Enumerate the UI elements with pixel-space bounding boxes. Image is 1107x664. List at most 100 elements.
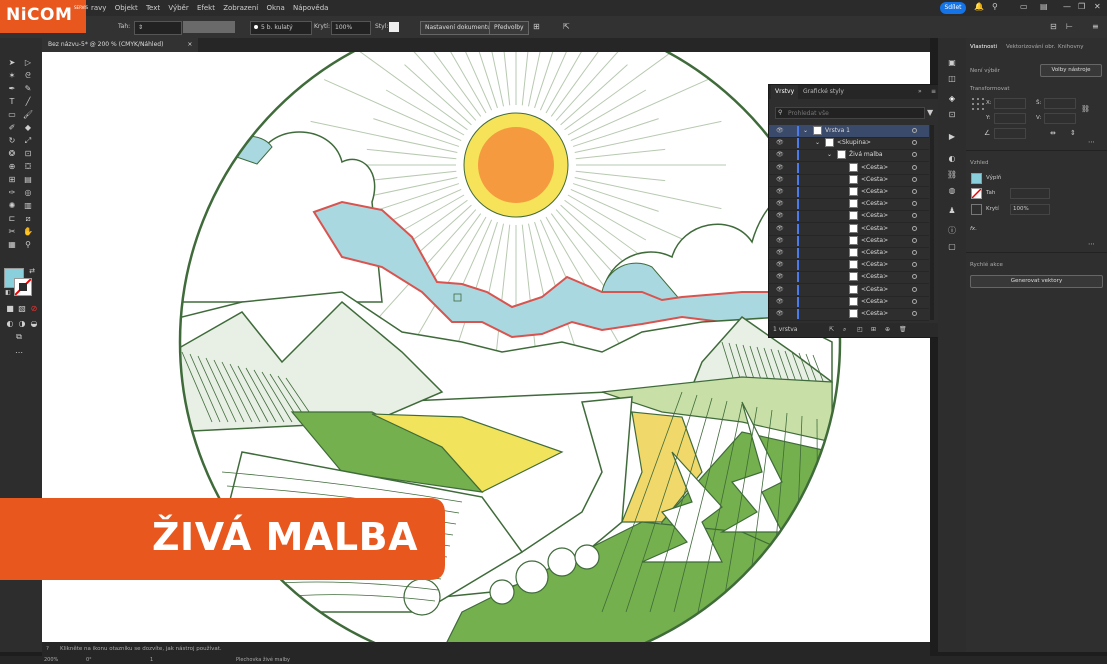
more-options-icon[interactable]: ≡ <box>1092 21 1099 33</box>
visibility-eye-icon[interactable]: 👁 <box>776 186 784 198</box>
menu-effect[interactable]: Efekt <box>194 0 218 16</box>
layers-icon[interactable]: ◈ <box>946 94 958 104</box>
tab-libraries[interactable]: Knihovny <box>1058 44 1083 50</box>
clipping-mask-icon[interactable]: ◰ <box>857 323 863 337</box>
puppet-icon[interactable]: ♟ <box>946 206 958 216</box>
opacity-field[interactable]: 100% <box>331 21 371 35</box>
layers-search-input[interactable]: Prohledat vše <box>775 107 925 119</box>
gradient-tool-icon[interactable]: ▤ <box>22 175 34 185</box>
fill-swatch[interactable] <box>971 173 982 184</box>
target-circle-icon[interactable] <box>912 298 917 304</box>
edit-toolbar-icon[interactable]: ⋯ <box>13 348 25 358</box>
target-circle-icon[interactable] <box>912 225 917 231</box>
target-circle-icon[interactable] <box>912 140 917 146</box>
layers-scrollbar[interactable] <box>930 125 934 320</box>
artboards-icon[interactable]: ⊡ <box>946 110 958 120</box>
draw-behind-icon[interactable]: ◑ <box>16 319 28 329</box>
target-circle-icon[interactable] <box>912 237 917 243</box>
print-tiling-tool-icon[interactable]: ▦ <box>6 240 18 250</box>
tab-graphic-styles[interactable]: Grafické styly <box>799 85 848 99</box>
layer-row[interactable]: 👁 <Cesta> <box>769 210 929 224</box>
layer-row[interactable]: 👁 ⌄ Vrstva 1 <box>769 125 929 138</box>
style-swatch[interactable] <box>389 22 399 32</box>
target-circle-icon[interactable] <box>912 274 917 280</box>
transparency-icon[interactable]: ◐ <box>946 154 958 164</box>
layer-row[interactable]: 👁 <Cesta> <box>769 271 929 285</box>
target-circle-icon[interactable] <box>912 189 917 194</box>
target-circle-icon[interactable] <box>912 128 917 133</box>
hand-tool-icon[interactable]: ✋ <box>22 227 34 237</box>
slice-tool-icon[interactable]: ⧄ <box>22 214 34 224</box>
flip-horizontal-icon[interactable]: ⇹ <box>1050 129 1056 137</box>
target-circle-icon[interactable] <box>912 164 917 170</box>
shaper-tool-icon[interactable]: ✐ <box>6 123 18 133</box>
blend-tool-icon[interactable]: ◎ <box>22 188 34 198</box>
target-circle-icon[interactable] <box>912 201 917 207</box>
opacity-field[interactable]: 100% <box>1010 204 1050 215</box>
layer-row[interactable]: 👁 <Cesta> <box>769 259 929 273</box>
links-icon[interactable]: ⛓ <box>946 170 958 180</box>
target-circle-icon[interactable] <box>912 262 917 268</box>
menu-edit[interactable]: ravy <box>88 0 109 16</box>
layer-row[interactable]: 👁 ⌄ <Skupina> <box>769 137 929 151</box>
tab-layers[interactable]: Vrstvy <box>771 85 799 99</box>
rotation-field[interactable]: 0° <box>86 656 92 664</box>
more-transform-icon[interactable]: ⋯ <box>1088 138 1095 146</box>
locate-object-icon[interactable]: ⌕ <box>843 323 846 337</box>
variable-width-profile[interactable] <box>183 21 235 33</box>
tab-properties[interactable]: Vlastnosti <box>970 44 997 50</box>
layer-row[interactable]: 👁 <Cesta> <box>769 174 929 187</box>
visibility-eye-icon[interactable]: 👁 <box>776 174 784 186</box>
target-circle-icon[interactable] <box>912 213 917 219</box>
line-tool-icon[interactable]: ╱ <box>22 97 34 107</box>
libraries-icon[interactable]: ◫ <box>946 74 958 84</box>
y-field[interactable] <box>994 113 1026 124</box>
arrange-icon[interactable]: ▭ <box>1020 2 1028 11</box>
artboard-tool-icon[interactable]: ⊏ <box>6 214 18 224</box>
layer-row[interactable]: 👁 <Cesta> <box>769 284 929 297</box>
visibility-eye-icon[interactable]: 👁 <box>776 125 784 137</box>
generate-vectors-button[interactable]: Generovat vektory <box>970 275 1103 288</box>
x-field[interactable] <box>994 98 1026 109</box>
layer-row[interactable]: 👁 <Cesta> <box>769 162 929 175</box>
rotate-tool-icon[interactable]: ↻ <box>6 136 18 146</box>
new-sublayer-icon[interactable]: ⊞ <box>871 323 876 337</box>
share-button[interactable]: Sdílet <box>940 2 966 14</box>
bell-icon[interactable]: 🔔 <box>974 2 984 11</box>
expand-chevron-icon[interactable]: ⌄ <box>827 149 832 161</box>
pen-tool-icon[interactable]: ✒ <box>6 84 18 94</box>
help-question-icon[interactable]: ? <box>46 642 49 656</box>
visibility-eye-icon[interactable]: 👁 <box>776 223 784 235</box>
align-icon[interactable]: ⊞ <box>533 21 540 33</box>
color-mode-icon[interactable]: ■ <box>4 304 16 314</box>
mesh-tool-icon[interactable]: ⊞ <box>6 175 18 185</box>
close-window-icon[interactable]: ✕ <box>1094 2 1101 11</box>
export-icon[interactable]: ⇱ <box>829 323 834 337</box>
stroke-weight-field[interactable]: ⇕ <box>134 21 182 35</box>
constrain-link-icon[interactable]: ⛓ <box>1081 105 1090 113</box>
eyedropper-tool-icon[interactable]: ✑ <box>6 188 18 198</box>
magic-wand-tool-icon[interactable]: ✶ <box>6 71 18 81</box>
lasso-tool-icon[interactable]: ᘓ <box>22 71 34 81</box>
delete-layer-icon[interactable]: 🗑 <box>899 323 907 337</box>
properties-icon[interactable]: ▣ <box>946 58 958 68</box>
warp-tool-icon[interactable]: ❂ <box>6 149 18 159</box>
visibility-eye-icon[interactable]: 👁 <box>776 247 784 259</box>
search-icon[interactable]: ⚲ <box>992 2 998 11</box>
layer-row[interactable]: 👁 <Cesta> <box>769 186 929 199</box>
shape-builder-tool-icon[interactable]: ⊕ <box>6 162 18 172</box>
stroke-weight-field[interactable] <box>1010 188 1050 199</box>
paintbrush-tool-icon[interactable]: 🖌 <box>22 110 34 120</box>
live-paint-bucket-tool-icon[interactable]: ⛋ <box>22 162 34 172</box>
layer-row[interactable]: 👁 <Cesta> <box>769 198 929 212</box>
menu-view[interactable]: Zobrazení <box>220 0 261 16</box>
menu-window[interactable]: Okna <box>263 0 287 16</box>
zoom-level-field[interactable]: 200% <box>44 656 58 664</box>
visibility-eye-icon[interactable]: 👁 <box>776 284 784 296</box>
none-mode-icon[interactable]: ⊘ <box>28 304 40 314</box>
info-icon[interactable]: ⓘ <box>946 226 958 236</box>
close-tab-icon[interactable]: × <box>187 41 192 48</box>
visibility-eye-icon[interactable]: 👁 <box>776 162 784 174</box>
flip-vertical-icon[interactable]: ⇕ <box>1070 129 1076 137</box>
free-transform-tool-icon[interactable]: ⊡ <box>22 149 34 159</box>
